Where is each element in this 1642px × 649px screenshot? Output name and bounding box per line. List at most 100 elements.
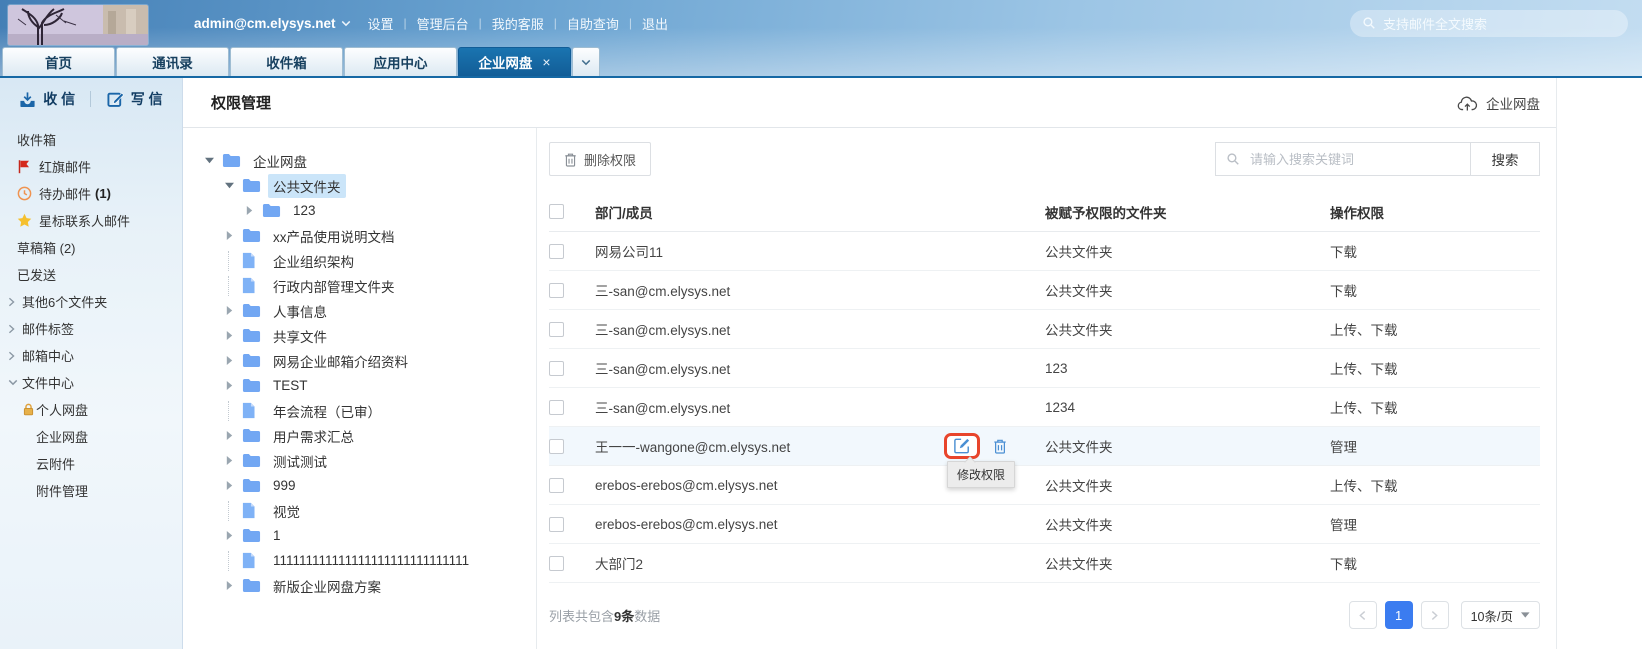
tree-node[interactable]: TEST <box>205 373 536 398</box>
permission-cell: 上传、下载 <box>1330 319 1540 339</box>
page-number-current[interactable]: 1 <box>1385 601 1413 629</box>
write-mail-button[interactable]: 写 信 <box>107 89 163 109</box>
select-all-checkbox[interactable] <box>549 204 564 219</box>
tree-node[interactable]: xx产品使用说明文档 <box>205 223 536 248</box>
keyword-search-input[interactable] <box>1248 151 1470 168</box>
page-title: 权限管理 <box>211 92 271 113</box>
tab-enterprise-drive[interactable]: 企业网盘 × <box>458 47 571 76</box>
sidebar-item-label: 企业网盘 <box>36 427 88 446</box>
tree-node[interactable]: 视觉 <box>205 498 536 523</box>
folder-cell: 公共文件夹 <box>1045 280 1330 300</box>
topbar-link-customer-service[interactable]: 我的客服 <box>492 14 544 33</box>
row-checkbox[interactable] <box>549 322 564 337</box>
tree-node[interactable]: 企业网盘 <box>205 148 536 173</box>
table-row[interactable]: erebos-erebos@cm.elysys.net公共文件夹管理 <box>549 505 1540 544</box>
tree-node[interactable]: 111111111111111111111111111111 <box>205 548 536 573</box>
sidebar-item-7[interactable]: 邮件标签 <box>0 315 182 342</box>
table-row[interactable]: 大部门2公共文件夹下载 <box>549 544 1540 583</box>
permission-cell: 上传、下载 <box>1330 475 1540 495</box>
row-checkbox[interactable] <box>549 439 564 454</box>
tree-node[interactable]: 123 <box>205 198 536 223</box>
receive-mail-button[interactable]: 收 信 <box>19 89 75 109</box>
tree-node[interactable]: 用户需求汇总 <box>205 423 536 448</box>
mail-search-input[interactable]: 支持邮件全文搜索 <box>1350 10 1628 37</box>
topbar-link-logout[interactable]: 退出 <box>642 14 668 33</box>
delete-permission-icon[interactable] <box>993 438 1007 454</box>
row-checkbox[interactable] <box>549 556 564 571</box>
tree-node[interactable]: 网易企业邮箱介绍资料 <box>205 348 536 373</box>
flag-icon <box>17 159 32 174</box>
pagination: 1 10条/页 <box>1349 601 1540 629</box>
topbar-link-admin-console[interactable]: 管理后台 <box>417 14 469 33</box>
tab-label: 企业网盘 <box>478 52 532 72</box>
sidebar-item-12[interactable]: 云附件 <box>0 450 182 477</box>
topbar-link-settings[interactable]: 设置 <box>367 14 393 33</box>
sidebar-item-1[interactable]: 红旗邮件 <box>0 153 182 180</box>
sidebar-item-label: 云附件 <box>36 454 75 473</box>
account-menu[interactable]: admin@cm.elysys.net <box>194 16 351 31</box>
checkbox-cell <box>549 478 595 493</box>
folder-icon <box>242 177 261 194</box>
search-group: 搜索 <box>1215 142 1540 176</box>
tab-app-center[interactable]: 应用中心 <box>344 47 457 76</box>
tab-bar: 首页通讯录收件箱应用中心 企业网盘 × <box>0 46 1642 78</box>
column-folder: 被赋予权限的文件夹 <box>1045 202 1330 222</box>
delete-permission-label: 删除权限 <box>584 150 636 169</box>
tab-contacts[interactable]: 通讯录 <box>116 47 229 76</box>
row-checkbox[interactable] <box>549 361 564 376</box>
sidebar-item-11[interactable]: 企业网盘 <box>0 423 182 450</box>
row-checkbox[interactable] <box>549 478 564 493</box>
row-checkbox[interactable] <box>549 244 564 259</box>
tree-node[interactable]: 人事信息 <box>205 298 536 323</box>
sidebar-item-2[interactable]: 待办邮件(1) <box>0 180 182 207</box>
page-size-select[interactable]: 10条/页 <box>1461 601 1540 629</box>
sidebar-item-4[interactable]: 草稿箱 (2) <box>0 234 182 261</box>
tab-home[interactable]: 首页 <box>2 47 115 76</box>
folder-cell: 公共文件夹 <box>1045 514 1330 534</box>
tree-node[interactable]: 行政内部管理文件夹 <box>205 273 536 298</box>
sidebar-item-3[interactable]: 星标联系人邮件 <box>0 207 182 234</box>
chevron-right-icon <box>1431 610 1438 621</box>
sidebar-item-5[interactable]: 已发送 <box>0 261 182 288</box>
table-row[interactable]: erebos-erebos@cm.elysys.net公共文件夹上传、下载 <box>549 466 1540 505</box>
table-toolbar: 删除权限 搜索 <box>549 142 1540 176</box>
row-checkbox[interactable] <box>549 400 564 415</box>
edit-permission-icon[interactable] <box>954 438 970 454</box>
tree-node[interactable]: 年会流程（已审） <box>205 398 536 423</box>
search-button[interactable]: 搜索 <box>1470 142 1540 176</box>
sidebar-item-0[interactable]: 收件箱 <box>0 126 182 153</box>
tree-node[interactable]: 公共文件夹 <box>205 173 536 198</box>
topbar-link-self-query[interactable]: 自助查询 <box>567 14 619 33</box>
sidebar-item-8[interactable]: 邮箱中心 <box>0 342 182 369</box>
table-row[interactable]: 三-san@cm.elysys.net公共文件夹下载 <box>549 271 1540 310</box>
sidebar-item-6[interactable]: 其他6个文件夹 <box>0 288 182 315</box>
tab-list-dropdown[interactable] <box>572 47 600 76</box>
table-row[interactable]: 三-san@cm.elysys.net1234上传、下载 <box>549 388 1540 427</box>
tab-inbox[interactable]: 收件箱 <box>230 47 343 76</box>
tab-close-icon[interactable]: × <box>542 55 550 69</box>
tree-node[interactable]: 新版企业网盘方案 <box>205 573 536 598</box>
tree-guide-line <box>225 398 242 423</box>
table-row[interactable]: 三-san@cm.elysys.net公共文件夹上传、下载 <box>549 310 1540 349</box>
tree-node[interactable]: 共享文件 <box>205 323 536 348</box>
folder-icon <box>242 377 261 394</box>
tree-node[interactable]: 1 <box>205 523 536 548</box>
tree-node[interactable]: 企业组织架构 <box>205 248 536 273</box>
member-name: 三-san@cm.elysys.net <box>595 362 730 377</box>
tree-node[interactable]: 测试测试 <box>205 448 536 473</box>
table-row[interactable]: 三-san@cm.elysys.net123上传、下载 <box>549 349 1540 388</box>
sidebar-item-10[interactable]: 个人网盘 <box>0 396 182 423</box>
table-row[interactable]: 网易公司11公共文件夹下载 <box>549 232 1540 271</box>
caret-right-icon <box>225 298 242 323</box>
sidebar-item-13[interactable]: 附件管理 <box>0 477 182 504</box>
prev-page-button[interactable] <box>1349 601 1377 629</box>
next-page-button[interactable] <box>1421 601 1449 629</box>
row-checkbox[interactable] <box>549 517 564 532</box>
folder-tree: 企业网盘公共文件夹123xx产品使用说明文档企业组织架构行政内部管理文件夹人事信… <box>183 128 537 649</box>
tree-node[interactable]: 999 <box>205 473 536 498</box>
enterprise-drive-link[interactable]: 企业网盘 <box>1457 93 1540 113</box>
sidebar-item-9[interactable]: 文件中心 <box>0 369 182 396</box>
row-checkbox[interactable] <box>549 283 564 298</box>
delete-permission-button[interactable]: 删除权限 <box>549 142 651 176</box>
table-row[interactable]: 王一一-wangone@cm.elysys.net修改权限公共文件夹管理 <box>549 427 1540 466</box>
